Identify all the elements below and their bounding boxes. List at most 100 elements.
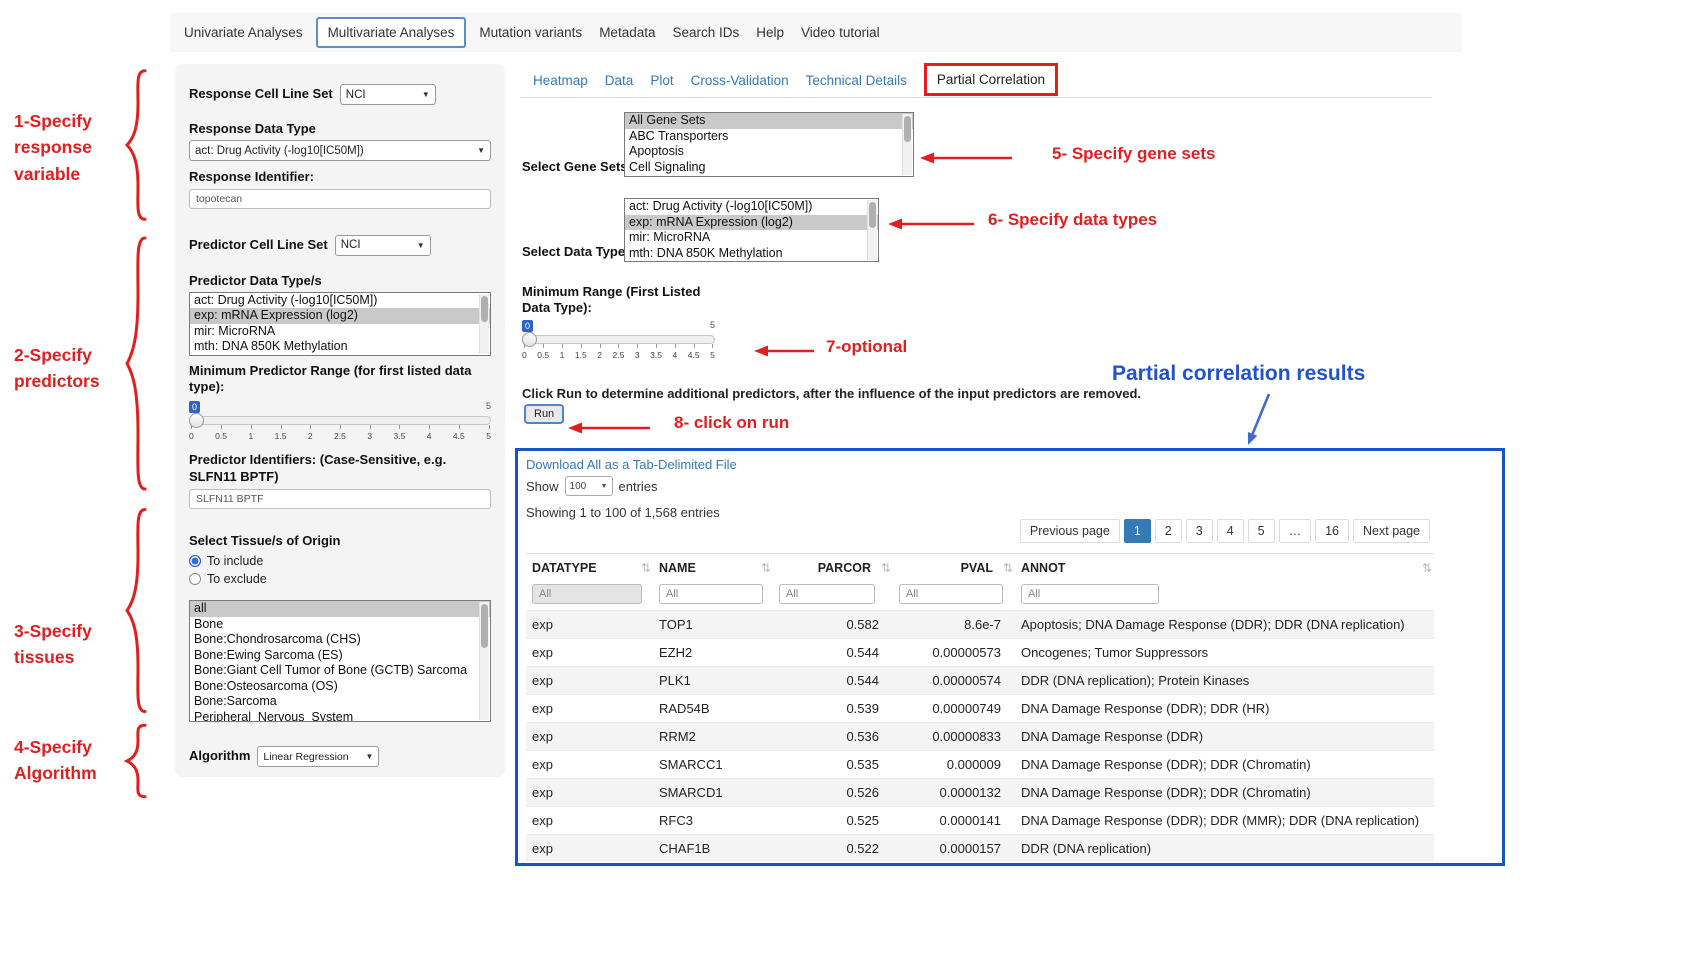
column-header[interactable]: ANNOT ⇅ [1015,554,1434,583]
column-header[interactable]: PVAL ⇅ [893,554,1015,583]
filter-datatype-input[interactable] [532,584,642,604]
cell-pval: 0.00000749 [893,695,1015,723]
subtab[interactable]: Technical Details [806,73,907,88]
page-button[interactable]: 4 [1217,519,1244,543]
listbox-option[interactable]: all [190,601,490,617]
listbox-option[interactable]: act: Drug Activity (-log10[IC50M]) [190,293,490,309]
tissue-listbox[interactable]: allBoneBone:Chondrosarcoma (CHS)Bone:Ewi… [189,600,491,722]
slider-track[interactable] [522,335,715,344]
column-header[interactable]: DATATYPE ⇅ [526,554,653,583]
listbox-option[interactable]: Bone [190,617,490,633]
response-cell-line-set-value: NCI [346,89,366,101]
partial-correlation-results-panel: Download All as a Tab-Delimited File Sho… [515,448,1505,866]
run-button[interactable]: Run [524,404,564,424]
listbox-option[interactable]: Cell Signaling [625,160,913,176]
cell-annot: DNA Damage Response (DDR); DDR (Chromati… [1015,751,1434,779]
subtab[interactable]: Partial Correlation [924,63,1058,96]
predictor-data-types-listbox[interactable]: act: Drug Activity (-log10[IC50M])exp: m… [189,292,491,356]
data-types-listbox[interactable]: act: Drug Activity (-log10[IC50M])exp: m… [624,198,879,262]
listbox-option[interactable]: Apoptosis [625,144,913,160]
filter-annot-input[interactable] [1021,584,1159,604]
subtab[interactable]: Plot [650,73,673,88]
radio-checked-icon[interactable] [189,555,201,567]
page-size-select[interactable]: 100 ▼ [565,476,613,496]
scrollbar[interactable] [867,200,877,260]
scrollbar[interactable] [479,602,489,720]
filter-name-input[interactable] [659,584,763,604]
cell-parcor: 0.536 [773,723,893,751]
listbox-option[interactable]: exp: mRNA Expression (log2) [625,215,878,231]
tissue-include-option[interactable]: To include [189,554,491,568]
page-button[interactable]: 3 [1186,519,1213,543]
predictor-cell-line-set-select[interactable]: NCI ▼ [335,235,431,256]
subtab[interactable]: Heatmap [533,73,588,88]
listbox-option[interactable]: All Gene Sets [625,113,913,129]
listbox-option[interactable]: Bone:Sarcoma [190,694,490,710]
radio-unchecked-icon[interactable] [189,573,201,585]
response-data-type-select[interactable]: act: Drug Activity (-log10[IC50M]) ▼ [189,140,491,161]
table-row: exp SMARCC1 0.535 0.000009 DNA Damage Re… [526,751,1434,779]
slider-value-row: 0 5 [522,320,715,335]
cell-parcor: 0.535 [773,751,893,779]
annotation-partial-correlation-results: Partial correlation results [1112,362,1365,386]
algorithm-select[interactable]: Linear Regression ▼ [257,746,379,767]
response-cell-line-set-select[interactable]: NCI ▼ [340,84,436,105]
listbox-option[interactable]: act: Drug Activity (-log10[IC50M]) [625,199,878,215]
download-link[interactable]: Download All as a Tab-Delimited File [526,457,1494,472]
nav-tab[interactable]: Help [752,18,788,47]
cell-datatype: exp [526,751,653,779]
listbox-option[interactable]: Bone:Osteosarcoma (OS) [190,679,490,695]
column-header[interactable]: PARCOR ⇅ [773,554,893,583]
cell-pval: 0.00000574 [893,667,1015,695]
nav-tab[interactable]: Video tutorial [797,18,884,47]
nav-tab[interactable]: Univariate Analyses [180,18,307,47]
scrollbar-thumb[interactable] [481,296,488,322]
nav-tab[interactable]: Search IDs [668,18,743,47]
filter-pval-input[interactable] [899,584,1003,604]
listbox-option[interactable]: Bone:Giant Cell Tumor of Bone (GCTB) Sar… [190,663,490,679]
listbox-option[interactable]: mir: MicroRNA [190,324,490,340]
listbox-option[interactable]: Bone:Ewing Sarcoma (ES) [190,648,490,664]
nav-tab[interactable]: Metadata [595,18,659,47]
cell-annot: DNA Damage Response (DDR); DDR (HR) [1015,695,1434,723]
listbox-option[interactable]: Bone:Chondrosarcoma (CHS) [190,632,490,648]
page-button[interactable]: 5 [1248,519,1275,543]
nav-tab[interactable]: Multivariate Analyses [316,17,467,48]
page-button[interactable]: 1 [1124,519,1151,543]
table-row: exp RFC3 0.525 0.0000141 DNA Damage Resp… [526,807,1434,835]
bracket-predictors [123,230,149,497]
listbox-option[interactable]: ABC Transporters [625,129,913,145]
filter-parcor-input[interactable] [779,584,875,604]
slider-tick-label: 2 [308,431,313,441]
listbox-option[interactable]: exp: mRNA Expression (log2) [190,308,490,324]
tissue-exclude-option[interactable]: To exclude [189,572,491,586]
page-button[interactable]: 16 [1315,519,1349,543]
scrollbar-thumb[interactable] [481,604,488,648]
page-button[interactable]: Previous page [1020,519,1120,543]
subtab[interactable]: Data [605,73,634,88]
cell-name: RAD54B [653,695,773,723]
listbox-option[interactable]: mth: DNA 850K Methylation [190,339,490,355]
page-button[interactable]: 2 [1155,519,1182,543]
listbox-option[interactable]: mir: MicroRNA [625,230,878,246]
scrollbar[interactable] [479,294,489,354]
slider-tick-label: 2.5 [334,431,346,441]
annotation-step4-algorithm: 4-Specify Algorithm [14,734,97,787]
page-button[interactable]: Next page [1353,519,1430,543]
gene-sets-listbox[interactable]: All Gene SetsABC TransportersApoptosisCe… [624,112,914,177]
gene-sets-row: Select Gene Sets All Gene SetsABC Transp… [522,112,914,177]
page-button[interactable]: … [1279,519,1312,543]
response-identifier-input[interactable] [189,189,491,209]
scrollbar-thumb[interactable] [869,202,876,228]
listbox-option[interactable]: Peripheral_Nervous_System [190,710,490,723]
nav-tab[interactable]: Mutation variants [475,18,586,47]
subtab[interactable]: Cross-Validation [691,73,789,88]
column-header-label: PARCOR [818,561,871,575]
scrollbar-thumb[interactable] [904,116,911,142]
column-header[interactable]: NAME ⇅ [653,554,773,583]
slider-tick-label: 4.5 [453,431,465,441]
scrollbar[interactable] [902,114,912,175]
listbox-option[interactable]: mth: DNA 850K Methylation [625,246,878,262]
predictor-identifiers-input[interactable] [189,489,491,509]
slider-track[interactable] [189,416,491,425]
